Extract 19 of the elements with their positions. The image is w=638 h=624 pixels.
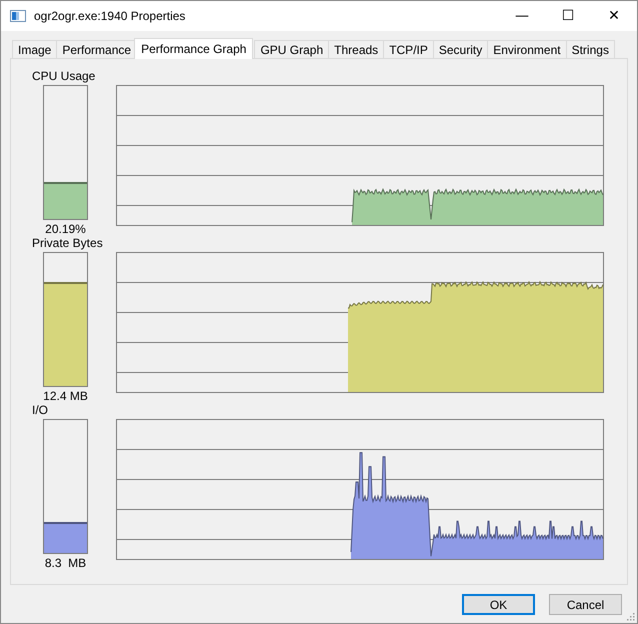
graph-label: Private Bytes bbox=[32, 236, 103, 250]
tab[interactable]: GPU Graph bbox=[254, 40, 330, 58]
window-title: ogr2ogr.exe:1940 Properties bbox=[34, 9, 186, 23]
graph-label: CPU Usage bbox=[32, 69, 96, 83]
maximize-button[interactable]: ☐ bbox=[545, 1, 591, 31]
meter-reading: 8.3 MB bbox=[44, 556, 86, 570]
tab[interactable]: Image bbox=[12, 40, 58, 58]
graph-label: I/O bbox=[32, 403, 48, 417]
tab[interactable]: Security bbox=[432, 40, 488, 58]
meter-reading: 12.4 MB bbox=[43, 389, 88, 403]
app-icon bbox=[10, 10, 26, 22]
meter-reading: 20.19% bbox=[45, 222, 86, 236]
minimize-button[interactable]: — bbox=[499, 1, 545, 31]
resize-grip-icon[interactable] bbox=[625, 611, 635, 621]
dialog-button[interactable]: OK bbox=[462, 594, 535, 615]
tab[interactable]: Strings bbox=[566, 40, 615, 58]
tab[interactable]: Performance Graph bbox=[134, 38, 254, 59]
dialog-button[interactable]: Cancel bbox=[549, 594, 622, 615]
close-button[interactable]: ✕ bbox=[591, 1, 637, 31]
